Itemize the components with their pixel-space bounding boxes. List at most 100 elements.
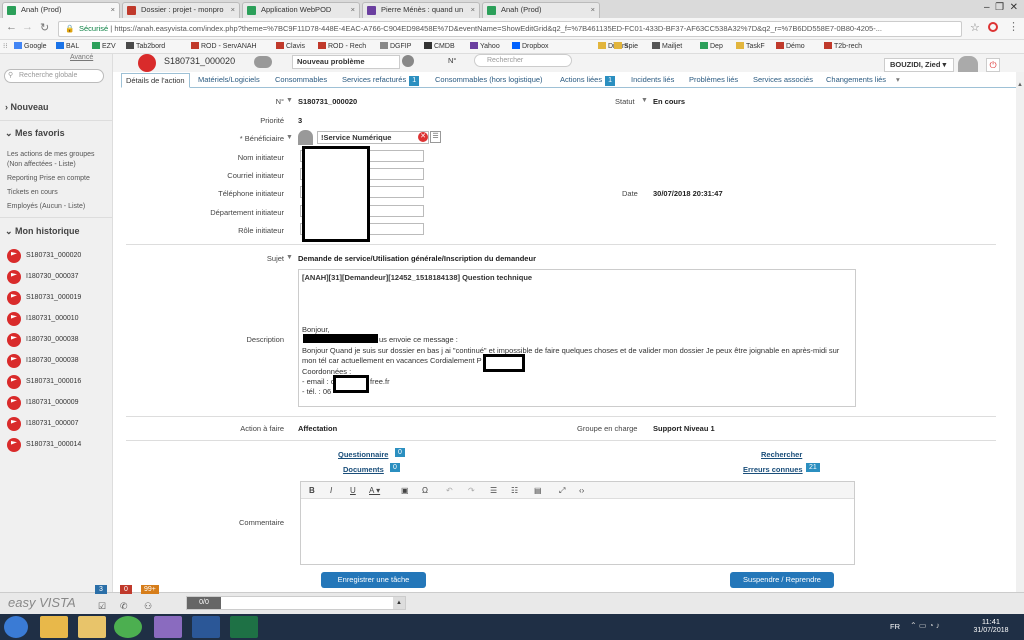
bookmark[interactable]: Dropbox <box>512 40 548 54</box>
reload-icon[interactable]: ↻ <box>40 21 49 34</box>
star-icon[interactable]: ☆ <box>970 21 980 34</box>
bold-icon[interactable]: B <box>309 482 315 499</box>
dropdown-arrow-icon[interactable]: ▼ <box>286 134 293 141</box>
fullscreen-icon[interactable]: ⤢ <box>559 482 565 499</box>
suspend-resume-button[interactable]: Suspendre / Reprendre <box>730 572 834 588</box>
beneficiaire-field[interactable]: !Service Numérique <box>317 131 429 144</box>
bookmark[interactable]: BAL <box>56 40 79 54</box>
nav-favoris[interactable]: ⌄ Mes favoris <box>5 128 65 139</box>
scrollbar[interactable]: ▲ <box>1016 72 1024 592</box>
bookmark[interactable]: CMDB <box>424 40 455 54</box>
browser-tab[interactable]: Pierre Ménès : quand un × <box>362 2 480 18</box>
apps-icon[interactable]: ⁝⁝ <box>3 40 7 54</box>
questionnaire-link[interactable]: Questionnaire <box>338 450 388 459</box>
browser-tab[interactable]: Anah (Prod) × <box>482 2 600 18</box>
close-icon[interactable]: × <box>471 3 475 17</box>
global-search-input[interactable]: ⚲ Recherche globale <box>4 69 104 83</box>
clear-icon[interactable]: ✕ <box>418 132 428 142</box>
image-icon[interactable]: ▣ <box>401 482 409 499</box>
window-controls[interactable]: – ❐ ✕ <box>954 0 1024 18</box>
text-color-icon[interactable]: A ▾ <box>369 482 380 499</box>
bullet-list-icon[interactable]: ☰ <box>490 482 497 499</box>
bookmark[interactable]: ROD - ServANAH <box>191 40 257 54</box>
save-task-button[interactable]: Enregistrer une tâche <box>321 572 426 588</box>
close-icon[interactable]: × <box>231 3 235 17</box>
dropdown-arrow-icon[interactable]: ▼ <box>286 254 293 261</box>
omega-icon[interactable]: Ω <box>422 482 428 499</box>
chrome-icon[interactable] <box>114 616 142 638</box>
opera-icon[interactable] <box>988 22 998 32</box>
history-item[interactable]: I180731_000007 <box>7 417 79 431</box>
bookmark[interactable]: Yahoo <box>470 40 500 54</box>
team-icon[interactable]: ⚇ <box>144 601 152 612</box>
italic-icon[interactable]: I <box>330 482 332 499</box>
dropdown-arrow-icon[interactable]: ▼ <box>641 97 648 104</box>
tab-changements-lies[interactable]: Changements liés <box>826 73 886 88</box>
rechercher-link[interactable]: Rechercher <box>761 450 802 459</box>
favorite-item[interactable]: Tickets en cours <box>7 189 58 196</box>
forward-icon[interactable]: → <box>22 21 33 33</box>
bookmark[interactable]: Clavis <box>276 40 305 54</box>
nav-nouveau[interactable]: › Nouveau <box>5 102 49 112</box>
undo-icon[interactable]: ↶ <box>446 482 453 499</box>
comment-editor[interactable]: B I U A ▾ ▣ Ω ↶ ↷ ☰ ☷ ▤ ⤢ ‹› <box>300 481 855 565</box>
paste-icon[interactable]: ▤ <box>534 482 542 499</box>
bookmark[interactable]: Mailjet <box>652 40 682 54</box>
tab-consommables-hors[interactable]: Consommables (hors logistique) <box>435 73 543 88</box>
advanced-link[interactable]: Avancé <box>70 54 93 61</box>
underline-icon[interactable]: U <box>350 482 356 499</box>
tab-details[interactable]: Détails de l'action <box>121 73 190 88</box>
more-tabs-icon[interactable]: ▾ <box>896 73 900 88</box>
history-item[interactable]: I180730_000038 <box>7 333 79 347</box>
history-item[interactable]: I180731_000009 <box>7 396 79 410</box>
tray-icons[interactable]: ⌃ ▭ ◔ ♪ <box>910 621 940 630</box>
excel-icon[interactable] <box>230 616 258 638</box>
description-box[interactable]: [ANAH][31][Demandeur][12452_1518184138] … <box>298 269 856 407</box>
close-icon[interactable]: × <box>351 3 355 17</box>
history-item[interactable]: S180731_000014 <box>7 438 81 452</box>
menu-icon[interactable]: ⋮ <box>1008 20 1019 33</box>
tab-services-associes[interactable]: Services associés <box>753 73 813 88</box>
redo-icon[interactable]: ↷ <box>468 482 475 499</box>
language-indicator[interactable]: FR <box>890 622 900 631</box>
close-icon[interactable]: × <box>591 3 595 17</box>
erreurs-connues-link[interactable]: Erreurs connues <box>743 465 803 474</box>
history-item[interactable]: S180731_000016 <box>7 375 81 389</box>
tab-materiels[interactable]: Matériels/Logiciels <box>198 73 260 88</box>
browser-tab[interactable]: Dossier : projet - monpro × <box>122 2 240 18</box>
favorite-item[interactable]: Employés (Aucun - Liste) <box>7 203 85 210</box>
tab-incidents-lies[interactable]: Incidents liés <box>631 73 674 88</box>
dropdown-arrow-icon[interactable]: ▼ <box>286 97 293 104</box>
documents-link[interactable]: Documents <box>343 465 384 474</box>
favorite-item[interactable]: (Non affectées - Liste) <box>7 161 76 168</box>
list-icon[interactable]: ☰ <box>430 131 441 143</box>
megaphone-icon[interactable]: ✆ <box>120 601 128 612</box>
bookmark[interactable]: Démo <box>776 40 805 54</box>
tab-consommables[interactable]: Consommables <box>275 73 327 88</box>
checklist-icon[interactable]: ☑ <box>98 601 106 612</box>
browser-tab[interactable]: Application WebPOD × <box>242 2 360 18</box>
url-field[interactable]: 🔒 Sécurisé | https://anah.easyvista.com/… <box>58 21 962 37</box>
power-icon[interactable]: ⏻ <box>986 58 1000 72</box>
bookmark[interactable]: DGFIP <box>380 40 411 54</box>
bookmark[interactable]: Dep <box>700 40 723 54</box>
start-icon[interactable] <box>4 616 28 638</box>
history-item[interactable]: I180730_000037 <box>7 270 79 284</box>
favorite-item[interactable]: Les actions de mes groupes <box>7 151 95 158</box>
bookmark[interactable]: Google <box>14 40 47 54</box>
browser-tab[interactable]: Anah (Prod) × <box>2 2 120 18</box>
numbered-list-icon[interactable]: ☷ <box>511 482 518 499</box>
back-icon[interactable]: ← <box>6 21 17 33</box>
scroll-up-icon[interactable]: ▲ <box>1017 82 1023 88</box>
user-menu[interactable]: BOUZIDI, Zied ▾ <box>884 58 954 72</box>
tab-services-refactures[interactable]: Services refacturés 1 <box>342 73 420 88</box>
explorer-icon[interactable] <box>40 616 68 638</box>
nav-historique[interactable]: ⌄ Mon historique <box>5 226 80 237</box>
tab-problemes-lies[interactable]: Problèmes liés <box>689 73 738 88</box>
notification-badge[interactable]: 3 <box>95 585 107 594</box>
expand-icon[interactable]: ▲ <box>393 597 405 609</box>
bookmark[interactable]: EZV <box>92 40 116 54</box>
notification-badge[interactable]: 99+ <box>141 585 159 594</box>
history-item[interactable]: I180731_000010 <box>7 312 79 326</box>
history-item[interactable]: S180731_000019 <box>7 291 81 305</box>
